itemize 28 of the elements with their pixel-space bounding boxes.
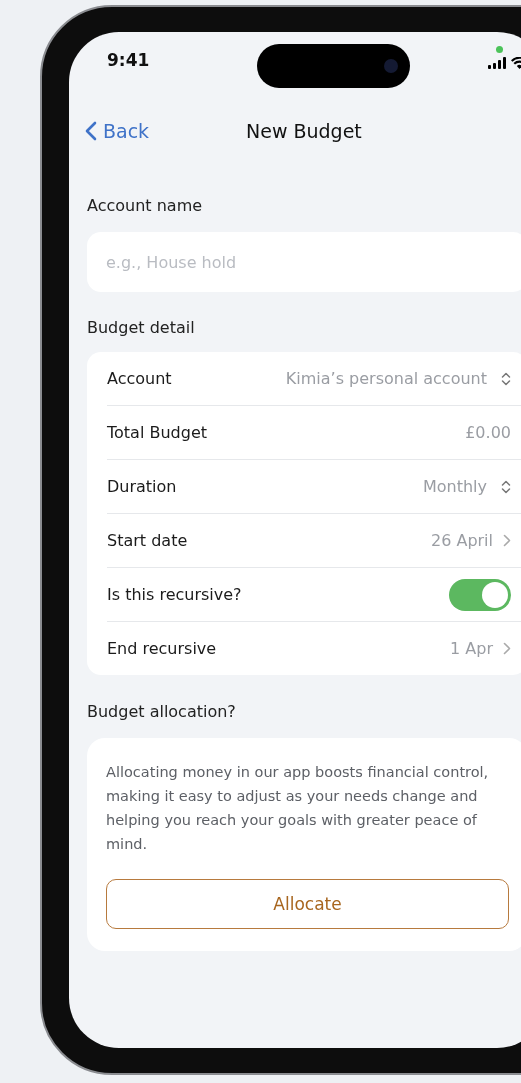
indicator-dot-icon	[496, 45, 503, 53]
section-label: Account name	[87, 195, 204, 217]
date-picker-control[interactable]: 1 Apr	[450, 639, 511, 658]
row-label: Duration	[107, 477, 177, 496]
amount-value[interactable]: £0.00	[465, 423, 511, 442]
up-down-chevron-icon	[501, 371, 511, 386]
allocate-button[interactable]: Allocate	[106, 879, 509, 929]
picker-control[interactable]: Monthly	[422, 477, 511, 496]
allocation-description: Allocating money in our app boosts financial control, making it easy to adjust as your needs change and helping you reach your goals with greater peace of mind.	[106, 763, 490, 854]
row-label: Start date	[107, 531, 188, 550]
account-name-field[interactable]: e.g., House hold	[87, 232, 521, 292]
row-label: Account	[107, 369, 172, 388]
row-label: Is this recursive?	[107, 585, 242, 604]
row-label: Total Budget	[107, 423, 207, 442]
status-time: 9:41	[107, 49, 151, 70]
toggle-switch[interactable]	[449, 578, 511, 611]
up-down-chevron-icon	[501, 479, 511, 494]
screen-title: New Budget	[246, 120, 362, 142]
chevron-left-icon	[85, 121, 97, 141]
chevron-right-icon	[503, 642, 511, 655]
date-picker-control[interactable]: 26 April	[431, 531, 511, 550]
row-label: End recursive	[107, 639, 217, 658]
signal-icon	[488, 56, 506, 69]
section-label: Budget allocation?	[87, 701, 237, 723]
picker-control[interactable]: Kimia’s personal account	[285, 369, 511, 388]
section-label: Budget detail	[87, 317, 196, 339]
chevron-right-icon	[503, 534, 511, 547]
back-button[interactable]: Back	[85, 120, 150, 142]
